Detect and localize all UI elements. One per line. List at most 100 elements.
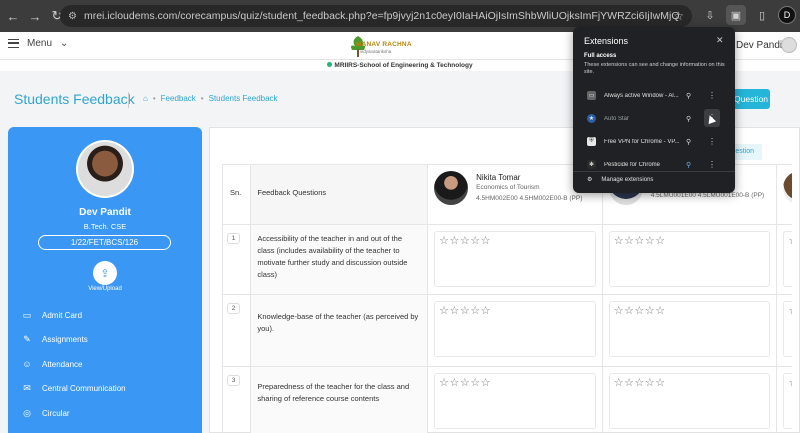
feedback-question: Knowledge-base of the teacher (as percei… [250,294,429,367]
chevron-down-icon: ⌄ [60,38,69,49]
table-row: 3 Preparedness of the teacher for the cl… [222,366,792,433]
page-title: Students Feedback [14,91,135,107]
breadcrumb-separator: • [200,94,204,103]
home-icon[interactable]: ⌂ [143,94,148,103]
download-icon[interactable]: ⇩ [700,5,720,25]
teacher-photo [434,171,469,205]
star-rating[interactable]: ☆☆☆☆☆ [788,305,792,317]
teacher-header [776,164,792,225]
more-options-icon[interactable]: ⋮ [708,160,716,169]
sidebar-item-label: Circular [42,408,70,418]
teacher-subject: Economics of Tourism [476,184,540,191]
teacher-name: Nikita Tomar [476,173,521,182]
upload-label[interactable]: View/Upload [8,286,202,292]
column-header-sn: Sn. [222,164,252,225]
star-extension-icon: ★ [587,114,596,123]
extensions-popup: Extensions ✕ Full access These extension… [573,27,735,193]
teacher-photo [783,171,792,205]
pin-icon-pinned[interactable]: ⚲ [686,161,691,169]
breadcrumb-item-feedback[interactable]: Feedback [161,94,196,103]
bug-icon: ✱ [587,160,596,169]
rating-box: ☆☆☆☆☆ [434,301,596,357]
sidebar-item-assignments[interactable]: ✎ Assignments [22,328,202,353]
feedback-question: Preparedness of the teacher for the clas… [250,366,429,433]
star-rating[interactable]: ☆☆☆☆☆ [439,235,491,247]
upload-icon[interactable]: ⇪ [93,261,117,285]
assignment-icon: ✎ [23,334,31,345]
student-roll-number: 1/22/FET/BCS/126 [38,235,171,250]
column-header-questions: Feedback Questions [250,164,429,225]
profile-avatar[interactable]: D [778,6,796,24]
star-rating[interactable]: ☆☆☆☆☆ [788,235,792,247]
site-info-icon[interactable]: ⚙ [68,11,77,22]
status-dot-icon [327,62,333,67]
star-rating[interactable]: ☆☆☆☆☆ [788,377,792,389]
row-number: 3 [227,375,240,386]
pin-icon[interactable]: ⚲ [686,92,691,100]
more-options-icon[interactable]: ⋮ [708,91,716,100]
extensions-puzzle-icon[interactable]: ▣ [726,5,746,25]
student-course: B.Tech. CSE [83,222,127,231]
sidebar-item-central-communication[interactable]: ✉ Central Communication [22,377,202,402]
extensions-list: ▭ Always active Window - Al... ⚲ ⋮ ★ Aut… [573,84,735,176]
close-icon[interactable]: ✕ [716,35,724,46]
extensions-title: Extensions [584,36,629,46]
star-rating[interactable]: ☆☆☆☆☆ [614,305,666,317]
sidebar-item-circular[interactable]: ◎ Circular [22,401,202,426]
profile-sidebar: Dev Pandit B.Tech. CSE 1/22/FET/BCS/126 … [8,127,202,433]
sidebar-item-label: Assignments [42,335,88,345]
feedback-table-container[interactable]: Sn. Feedback Questions Nikita Tomar Econ… [222,164,792,433]
hamburger-icon [8,39,19,48]
pin-icon[interactable]: ⚲ [686,138,691,146]
star-rating[interactable]: ☆☆☆☆☆ [439,305,491,317]
address-bar[interactable]: ⚙ mrei.icloudems.com/corecampus/quiz/stu… [60,5,692,27]
star-rating[interactable]: ☆☆☆☆☆ [614,235,666,247]
table-row: 2 Knowledge-base of the teacher (as perc… [222,294,792,367]
attendance-icon: ☺ [22,359,32,370]
star-rating[interactable]: ☆☆☆☆☆ [614,377,666,389]
gear-icon: ⚙ [587,177,593,183]
feedback-question: Accessibility of the teacher in and out … [250,224,429,295]
rating-box: ☆☆☆☆☆ [434,231,596,287]
teacher-course-code: 4.5HM002E00 4.5HM002E00-B (PP) [476,194,583,202]
circular-icon: ◎ [23,407,31,418]
sidebar-item-label: Central Communication [42,384,126,394]
rating-box: ☆☆☆☆☆ [783,231,792,287]
star-rating[interactable]: ☆☆☆☆☆ [439,377,491,389]
rating-box: ☆☆☆☆☆ [608,373,771,429]
rating-box: ☆☆☆☆☆ [434,373,596,429]
extension-item[interactable]: ⛨ Free VPN for Chrome - VP... ⚲ ⋮ [573,130,735,153]
bookmark-star-icon[interactable]: ☆ [673,9,684,23]
feedback-table: Sn. Feedback Questions Nikita Tomar Econ… [222,164,792,433]
row-number: 1 [227,233,240,244]
header-user-name[interactable]: Dev Pandit [736,40,785,51]
sidebar-item-attendance[interactable]: ☺ Attendance [22,352,202,377]
student-name: Dev Pandit [79,207,131,218]
rating-box: ☆☆☆☆☆ [783,373,792,429]
rating-box: ☆☆☆☆☆ [608,301,771,357]
divider [573,171,735,172]
forward-icon[interactable]: → [26,7,44,25]
sidebar-item-label: Attendance [42,359,83,369]
pin-icon[interactable]: ⚲ [686,115,691,123]
extension-item[interactable]: ▭ Always active Window - Al... ⚲ ⋮ [573,84,735,107]
sidebar-item-label: Admit Card [42,310,83,320]
menu-button[interactable]: Menu ⌄ [8,38,68,49]
row-number: 2 [227,303,240,314]
manage-extensions-label: Manage extensions [601,176,654,183]
manage-extensions-button[interactable]: ⚙ Manage extensions [587,176,654,184]
extensions-access-description: These extensions can see and change info… [584,62,725,75]
communication-icon: ✉ [23,383,31,394]
breadcrumb: ⌂ • Feedback • Students Feedback [143,94,278,103]
sidebar-item-admit-card[interactable]: ▭ Admit Card [22,303,202,328]
sidepanel-icon[interactable]: ▯ [752,5,772,25]
table-row: 1 Accessibility of the teacher in and ou… [222,224,792,295]
window-extension-icon: ▭ [587,91,596,100]
logo-text: MANAV RACHNA [356,41,412,48]
extension-item[interactable]: ✱ Pesticide for Chrome ⚲ ⋮ [573,153,735,176]
menu-label: Menu [27,38,53,49]
school-name: MRIIRS-School of Engineering & Technolog… [334,62,473,69]
back-icon[interactable]: ← [4,7,22,25]
header-user-avatar[interactable] [781,37,797,53]
more-options-icon[interactable]: ⋮ [708,137,716,146]
